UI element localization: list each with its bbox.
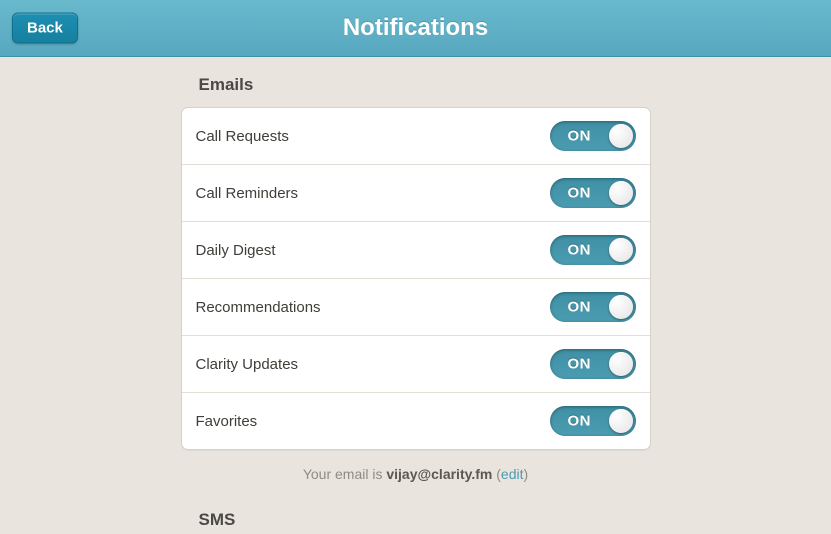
row-label: Call Reminders [196,185,299,202]
toggle-call-reminders[interactable]: ON [550,178,636,208]
toggle-knob-icon [609,409,633,433]
footer-prefix: Your email is [303,466,387,482]
toggle-daily-digest[interactable]: ON [550,235,636,265]
section-title-emails: Emails [181,71,651,107]
row-clarity-updates: Clarity Updates ON [182,335,650,392]
section-title-sms: SMS [181,506,651,534]
toggle-text: ON [568,185,592,202]
row-call-reminders: Call Reminders ON [182,164,650,221]
row-recommendations: Recommendations ON [182,278,650,335]
toggle-recommendations[interactable]: ON [550,292,636,322]
row-favorites: Favorites ON [182,392,650,449]
paren-close: ) [524,466,529,482]
content-scroll[interactable]: Emails Call Requests ON Call Reminders O… [0,57,831,534]
row-label: Call Requests [196,128,289,145]
toggle-text: ON [568,299,592,316]
toggle-text: ON [568,128,592,145]
content-inner: Emails Call Requests ON Call Reminders O… [181,57,651,534]
toggle-knob-icon [609,352,633,376]
toggle-call-requests[interactable]: ON [550,121,636,151]
toggle-favorites[interactable]: ON [550,406,636,436]
email-footer-note: Your email is vijay@clarity.fm (edit) [181,450,651,506]
toggle-text: ON [568,242,592,259]
toggle-clarity-updates[interactable]: ON [550,349,636,379]
header-bar: Back Notifications [0,0,831,57]
row-label: Recommendations [196,299,321,316]
emails-list: Call Requests ON Call Reminders ON Daily… [181,107,651,450]
toggle-knob-icon [609,295,633,319]
paren-open: ( [492,466,501,482]
edit-email-link[interactable]: edit [501,466,524,482]
toggle-knob-icon [609,124,633,148]
toggle-knob-icon [609,238,633,262]
row-label: Clarity Updates [196,356,299,373]
row-call-requests: Call Requests ON [182,108,650,164]
toggle-knob-icon [609,181,633,205]
row-daily-digest: Daily Digest ON [182,221,650,278]
toggle-text: ON [568,413,592,430]
toggle-text: ON [568,356,592,373]
back-button[interactable]: Back [12,13,78,44]
footer-email: vijay@clarity.fm [386,466,492,482]
page-title: Notifications [343,14,488,42]
row-label: Favorites [196,413,258,430]
row-label: Daily Digest [196,242,276,259]
